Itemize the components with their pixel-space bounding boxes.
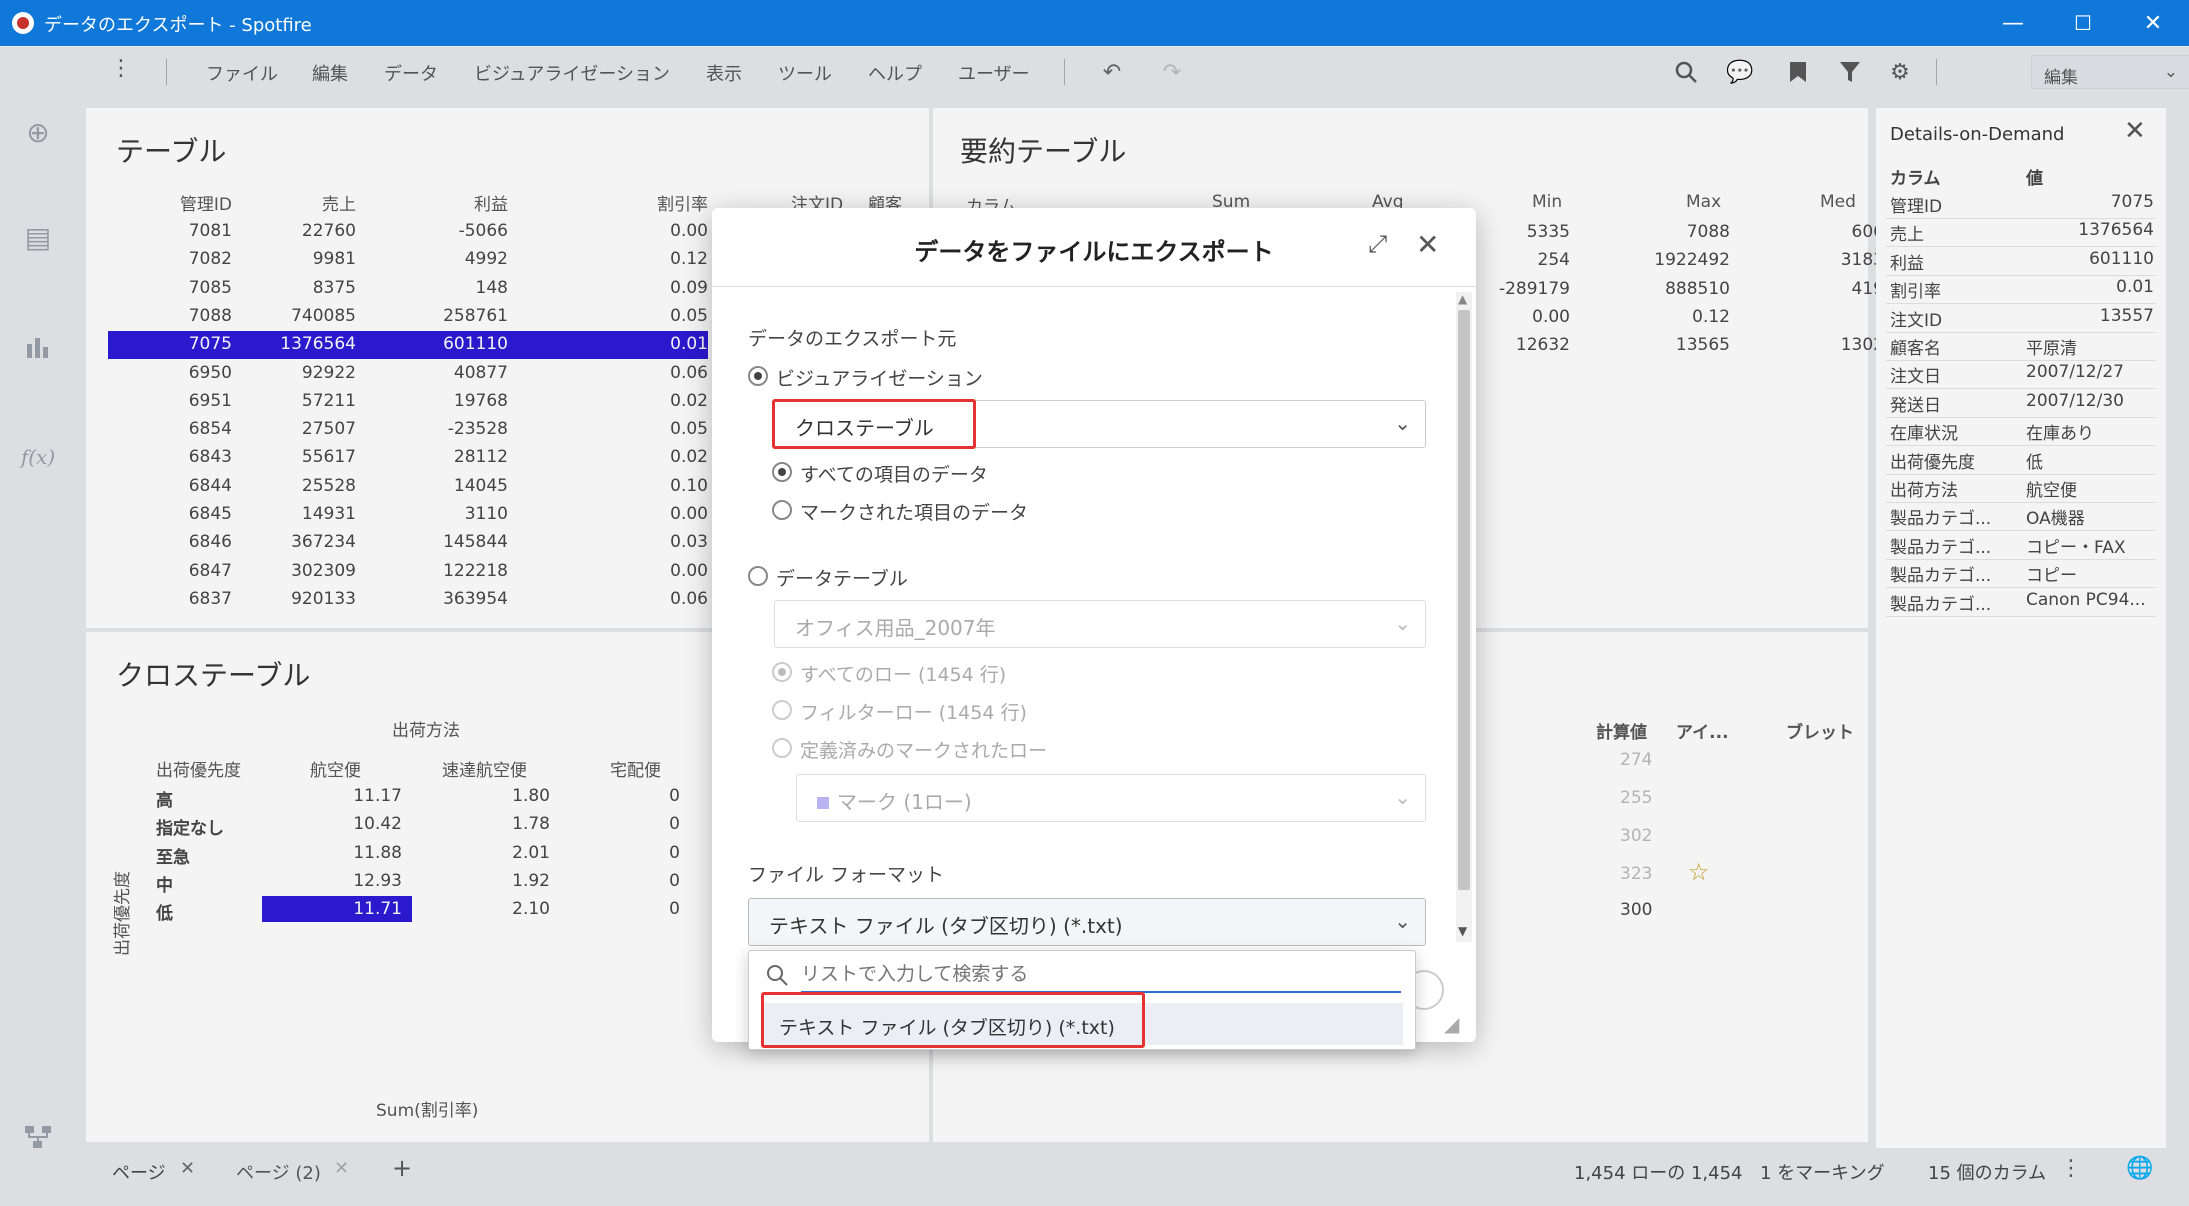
chevron-up-icon: ⌄ <box>1394 909 1411 933</box>
all-items-label: すべての項目のデータ <box>800 464 988 486</box>
datatable-radio[interactable] <box>748 566 768 586</box>
window-title: データのエクスポート - Spotfire <box>44 15 312 36</box>
visualization-option-label: ビジュアライゼーション <box>776 368 983 390</box>
export-source-label: データのエクスポート元 <box>748 328 957 350</box>
visualization-radio[interactable] <box>748 366 768 386</box>
datatable-select[interactable]: オフィス用品_2007年 ⌄ <box>774 600 1426 648</box>
export-dialog: データをファイルにエクスポート ⤢ ✕ データのエクスポート元 ビジュアライゼー… <box>712 208 1476 1042</box>
filter-rows-label: フィルターロー (1454 行) <box>800 702 1027 724</box>
all-items-radio[interactable] <box>772 462 792 482</box>
resize-handle-icon[interactable]: ◢ <box>1444 1012 1459 1036</box>
chevron-down-icon: ⌄ <box>1394 785 1411 809</box>
spotfire-logo-icon <box>12 12 34 34</box>
scroll-down-icon[interactable]: ▼ <box>1458 924 1467 938</box>
filter-rows-radio[interactable] <box>772 700 792 720</box>
marking-color-swatch <box>817 797 829 809</box>
dialog-divider <box>712 286 1476 287</box>
all-rows-label: すべてのロー (1454 行) <box>800 664 1007 686</box>
marked-items-label: マークされた項目のデータ <box>800 502 1029 524</box>
minimize-button[interactable]: — <box>1978 0 2048 46</box>
chevron-down-icon: ⌄ <box>1394 411 1411 435</box>
scroll-up-icon[interactable]: ▲ <box>1458 292 1467 306</box>
marking-select[interactable]: マーク (1ロー) ⌄ <box>796 774 1426 822</box>
close-icon[interactable]: ✕ <box>1416 228 1439 261</box>
chevron-down-icon: ⌄ <box>1394 611 1411 635</box>
datatable-option-label: データテーブル <box>776 568 908 590</box>
search-input[interactable] <box>801 957 1401 993</box>
title-bar: データのエクスポート - Spotfire — ☐ ✕ <box>0 0 2189 46</box>
expand-icon[interactable]: ⤢ <box>1368 230 1387 258</box>
dialog-scroll-thumb[interactable] <box>1458 310 1470 890</box>
dialog-title: データをファイルにエクスポート <box>914 238 1274 266</box>
file-format-select[interactable]: テキスト ファイル (タブ区切り) (*.txt) ⌄ <box>748 898 1426 946</box>
highlight-box <box>772 399 976 449</box>
defined-marked-radio[interactable] <box>772 738 792 758</box>
all-rows-radio[interactable] <box>772 662 792 682</box>
search-icon <box>765 963 789 991</box>
close-window-button[interactable]: ✕ <box>2118 0 2188 46</box>
defined-marked-label: 定義済みのマークされたロー <box>800 740 1048 762</box>
maximize-button[interactable]: ☐ <box>2048 0 2118 46</box>
marked-items-radio[interactable] <box>772 500 792 520</box>
highlight-box <box>761 992 1145 1048</box>
file-format-label: ファイル フォーマット <box>748 864 945 886</box>
